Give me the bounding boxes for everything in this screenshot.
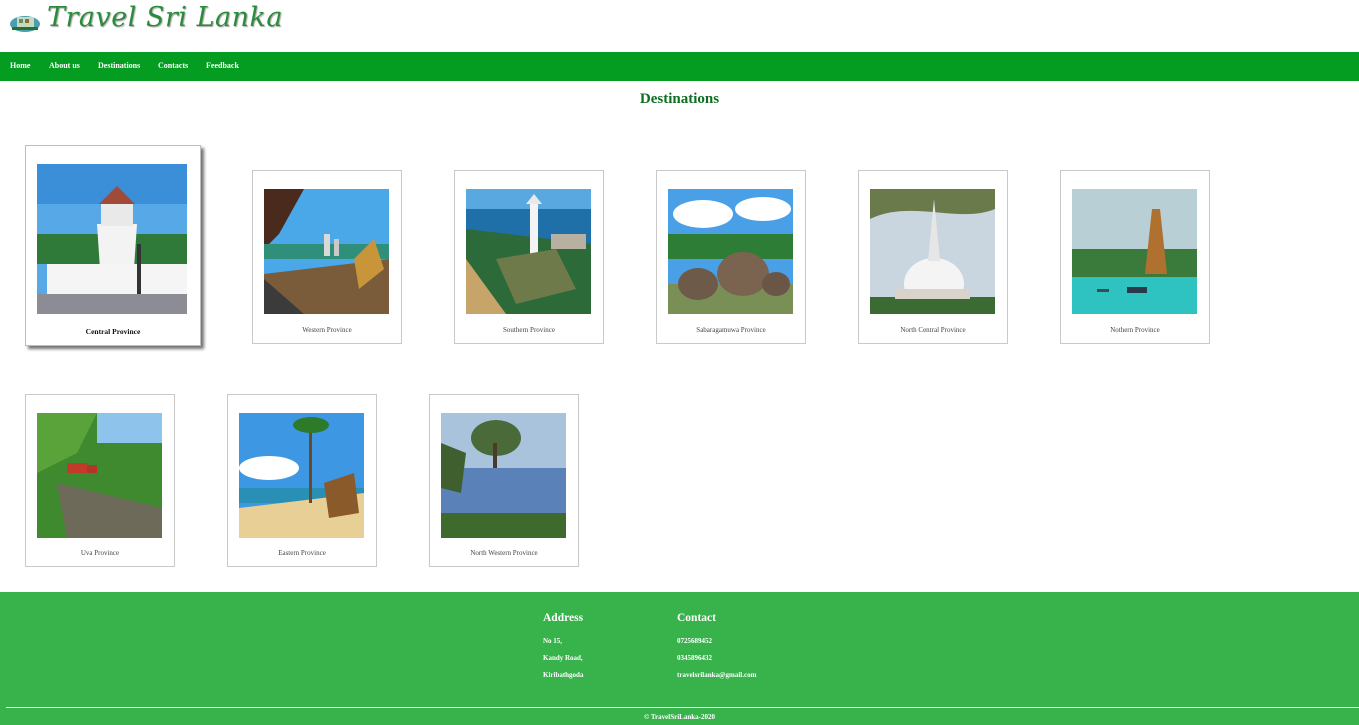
- destination-image-southern: [466, 189, 591, 314]
- destination-card-nothern[interactable]: Nothern Province: [1060, 170, 1210, 344]
- footer-copyright: © TravelSriLanka-2020: [644, 713, 715, 721]
- nav-destinations[interactable]: Destinations: [98, 61, 140, 70]
- destination-image-uva: [37, 413, 162, 538]
- brand-title[interactable]: Travel Sri Lanka: [47, 2, 283, 33]
- footer-contact-phone: 0725689452: [677, 637, 712, 645]
- footer-contact-email[interactable]: travelsrilanka@gmail.com: [677, 671, 756, 679]
- main-nav: Home About us Destinations Contacts Feed…: [0, 52, 1359, 81]
- destination-label: Central Province: [85, 327, 141, 336]
- footer-address-line: Kiribathgoda: [543, 671, 584, 679]
- destination-label: North Western Province: [470, 549, 538, 557]
- destination-card-eastern[interactable]: Eastern Province: [227, 394, 377, 567]
- destination-card-north-western[interactable]: North Western Province: [429, 394, 579, 567]
- page: Travel Sri Lanka Home About us Destinati…: [0, 0, 1359, 725]
- destination-image-central: [37, 164, 187, 314]
- destination-label: North Central Province: [900, 326, 966, 334]
- destination-image-north-central: [870, 189, 995, 314]
- destination-card-central[interactable]: Central Province: [25, 145, 201, 346]
- footer-contact-phone: 0345896432: [677, 654, 712, 662]
- destination-label: Sabaragamuwa Province: [696, 326, 766, 334]
- footer-address-line: Kandy Road,: [543, 654, 583, 662]
- site-footer: Address No 15, Kandy Road, Kiribathgoda …: [0, 592, 1359, 725]
- nav-feedback[interactable]: Feedback: [206, 61, 239, 70]
- destination-card-uva[interactable]: Uva Province: [25, 394, 175, 567]
- footer-address-title: Address: [543, 612, 584, 624]
- destination-card-western[interactable]: Western Province: [252, 170, 402, 344]
- destination-card-southern[interactable]: Southern Province: [454, 170, 604, 344]
- destination-image-nothern: [1072, 189, 1197, 314]
- destination-label: Nothern Province: [1110, 326, 1160, 334]
- destination-image-north-western: [441, 413, 566, 538]
- footer-address-line: No 15,: [543, 637, 563, 645]
- destination-card-north-central[interactable]: North Central Province: [858, 170, 1008, 344]
- destination-label: Uva Province: [80, 549, 120, 557]
- destination-label: Southern Province: [503, 326, 555, 334]
- nav-home[interactable]: Home: [10, 61, 30, 70]
- destination-label: Eastern Province: [278, 549, 326, 557]
- site-header: Travel Sri Lanka: [0, 0, 1359, 52]
- footer-contact-title: Contact: [677, 612, 716, 624]
- destination-image-sabaragamuwa: [668, 189, 793, 314]
- nav-contacts[interactable]: Contacts: [158, 61, 188, 70]
- destination-card-sabaragamuwa[interactable]: Sabaragamuwa Province: [656, 170, 806, 344]
- nav-about-us[interactable]: About us: [49, 61, 80, 70]
- destination-image-western: [264, 189, 389, 314]
- page-title: Destinations: [639, 91, 720, 107]
- destination-label: Western Province: [302, 326, 352, 334]
- footer-divider: [6, 707, 1359, 708]
- destination-image-eastern: [239, 413, 364, 538]
- logo-icon: [9, 11, 41, 33]
